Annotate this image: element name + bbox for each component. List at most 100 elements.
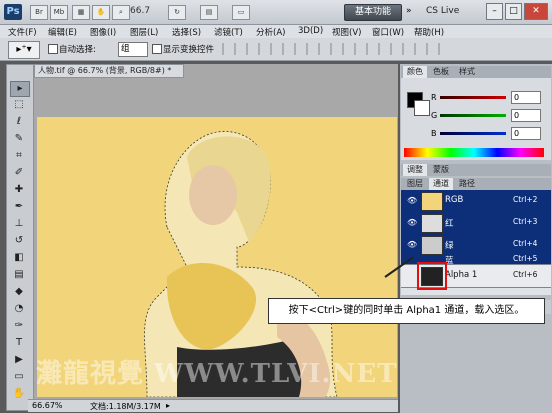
watermark-text: 灘龍視覺 WWW.TLVI.NET	[36, 359, 398, 389]
rotate-view-icon[interactable]: ↻	[168, 5, 186, 20]
eraser-tool-icon[interactable]: ◧	[10, 251, 28, 265]
align-distribute-icons[interactable]	[222, 43, 442, 55]
background-color-swatch[interactable]	[414, 100, 430, 116]
zoom-tool-icon[interactable]: ⌕	[112, 5, 130, 20]
menu-analysis[interactable]: 分析(A)	[256, 26, 285, 38]
eyedropper-tool-icon[interactable]: ✐	[10, 166, 28, 180]
menu-3d[interactable]: 3D(D)	[298, 26, 323, 36]
menu-bar: 文件(F) 编辑(E) 图像(I) 图层(L) 选择(S) 滤镜(T) 分析(A…	[0, 25, 552, 38]
channel-thumbnail	[421, 236, 443, 255]
pen-tool-icon[interactable]: ✑	[10, 319, 28, 333]
menu-filter[interactable]: 滤镜(T)	[214, 26, 243, 38]
eye-icon[interactable]: 👁	[407, 240, 417, 249]
type-tool-icon[interactable]: T	[10, 336, 28, 350]
dodge-tool-icon[interactable]: ◔	[10, 302, 28, 316]
tab-paths[interactable]: 路径	[455, 178, 479, 190]
blue-value-field[interactable]: 0	[511, 127, 541, 140]
title-bar: Ps Br Mb ▦ ✋ ⌕ 66.7 ↻ ▤ ▭ 基本功能 » CS Live…	[0, 0, 552, 25]
menu-file[interactable]: 文件(F)	[8, 26, 37, 38]
gradient-tool-icon[interactable]: ▤	[10, 268, 28, 282]
healing-brush-tool-icon[interactable]: ✚	[10, 183, 28, 197]
toolbox: ▸ ⬚ ℓ ✎ ⌗ ✐ ✚ ✒ ⊥ ↺ ◧ ▤ ◆ ◔ ✑ T ▶ ▭ ✋	[6, 64, 34, 411]
channel-name: RGB	[445, 195, 464, 205]
tab-color[interactable]: 颜色	[403, 66, 427, 78]
channel-thumbnail	[421, 214, 443, 233]
photoshop-logo: Ps	[4, 4, 22, 20]
green-value-field[interactable]: 0	[511, 109, 541, 122]
menu-window[interactable]: 窗口(W)	[372, 26, 404, 38]
cs-live-button[interactable]: CS Live	[426, 6, 459, 16]
path-select-tool-icon[interactable]: ▶	[10, 353, 28, 367]
channel-name: 绿	[445, 241, 454, 251]
channel-thumbnail	[421, 192, 443, 211]
screen-mode-icon[interactable]: ▭	[232, 5, 250, 20]
mini-bridge-icon[interactable]: Mb	[50, 5, 68, 20]
red-value-field[interactable]: 0	[511, 91, 541, 104]
crop-tool-icon[interactable]: ⌗	[10, 149, 28, 163]
highlight-box	[417, 262, 447, 290]
green-slider[interactable]	[440, 114, 506, 117]
tab-styles[interactable]: 样式	[455, 66, 479, 78]
zoom-level[interactable]: 66.7	[130, 6, 150, 16]
red-slider[interactable]	[440, 96, 506, 99]
menu-help[interactable]: 帮助(H)	[414, 26, 444, 38]
close-button[interactable]: ✕	[524, 3, 548, 20]
workspace-button[interactable]: 基本功能	[344, 4, 402, 21]
lasso-tool-icon[interactable]: ℓ	[10, 115, 28, 129]
menu-image[interactable]: 图像(I)	[90, 26, 116, 38]
tab-channels[interactable]: 通道	[429, 178, 453, 190]
color-panel-tabs: 颜色 色板 样式	[401, 66, 551, 78]
channel-shortcut: Ctrl+4	[513, 239, 538, 248]
arrange-documents-icon[interactable]: ▤	[200, 5, 218, 20]
tool-preset-picker[interactable]: ▸⁺▾	[8, 41, 40, 59]
tab-layers[interactable]: 图层	[403, 178, 427, 190]
brush-tool-icon[interactable]: ✒	[10, 200, 28, 214]
channel-shortcut: Ctrl+6	[513, 270, 538, 279]
blur-tool-icon[interactable]: ◆	[10, 285, 28, 299]
shape-tool-icon[interactable]: ▭	[10, 370, 28, 384]
menu-select[interactable]: 选择(S)	[172, 26, 201, 38]
channel-name: 红	[445, 219, 454, 229]
view-extras-icon[interactable]: ▦	[72, 5, 90, 20]
quick-select-tool-icon[interactable]: ✎	[10, 132, 28, 146]
maximize-button[interactable]: □	[505, 3, 522, 20]
channel-shortcut: Ctrl+3	[513, 217, 538, 226]
channel-row-red[interactable]: 👁 红 Ctrl+3	[401, 212, 551, 235]
layers-panel-tabs: 图层 通道 路径	[401, 178, 551, 190]
channel-shortcut: Ctrl+2	[513, 195, 538, 204]
document-tab[interactable]: 人物.tif @ 66.7% (背景, RGB/8#) *	[34, 64, 184, 78]
blue-channel-label: B	[431, 129, 437, 138]
menu-edit[interactable]: 编辑(E)	[48, 26, 77, 38]
status-zoom[interactable]: 66.67%	[32, 401, 63, 410]
marquee-tool-icon[interactable]: ⬚	[10, 98, 28, 112]
auto-select-dropdown[interactable]: 组	[118, 42, 148, 57]
status-arrow-icon[interactable]: ▸	[166, 401, 170, 410]
tab-swatches[interactable]: 色板	[429, 66, 453, 78]
tab-masks[interactable]: 蒙版	[429, 164, 453, 176]
show-transform-label: 显示变换控件	[163, 45, 215, 55]
workspace-chevron-icon[interactable]: »	[406, 6, 412, 16]
history-brush-tool-icon[interactable]: ↺	[10, 234, 28, 248]
auto-select-checkbox[interactable]	[48, 44, 58, 54]
tab-adjustments[interactable]: 调整	[403, 164, 427, 176]
instruction-callout: 按下<Ctrl>键的同时单击 Alpha1 通道，载入选区。	[268, 298, 545, 324]
color-spectrum-bar[interactable]	[404, 148, 544, 157]
auto-select-label: 自动选择:	[59, 45, 96, 55]
menu-layer[interactable]: 图层(L)	[130, 26, 158, 38]
move-tool-icon[interactable]: ▸	[10, 81, 30, 97]
status-doc-size: 文档:1.18M/3.17M	[90, 402, 161, 411]
blue-slider[interactable]	[440, 132, 506, 135]
eye-icon[interactable]: 👁	[407, 218, 417, 227]
red-channel-label: R	[431, 93, 437, 102]
channel-row-rgb[interactable]: 👁 RGB Ctrl+2	[401, 190, 551, 213]
bridge-icon[interactable]: Br	[30, 5, 48, 20]
minimize-button[interactable]: –	[486, 3, 503, 20]
show-transform-checkbox[interactable]	[152, 44, 162, 54]
hand-tool-icon[interactable]: ✋	[92, 5, 110, 20]
eye-icon[interactable]: 👁	[407, 196, 417, 205]
adjust-panel-tabs: 调整 蒙版	[401, 164, 551, 176]
clone-stamp-tool-icon[interactable]: ⊥	[10, 217, 28, 231]
menu-view[interactable]: 视图(V)	[332, 26, 361, 38]
hand-tool-icon[interactable]: ✋	[10, 387, 28, 401]
options-bar: ▸⁺▾ 自动选择: 组 显示变换控件	[0, 38, 552, 61]
